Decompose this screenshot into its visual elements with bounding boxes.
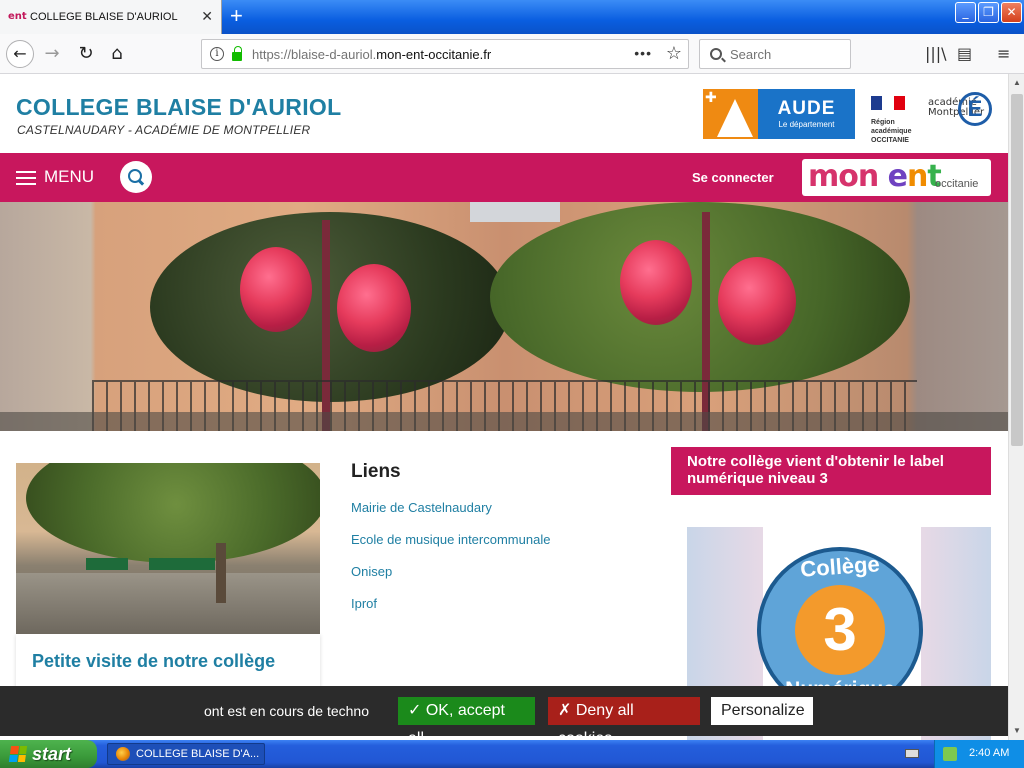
window-controls: _ ❐ ✕	[955, 2, 1022, 23]
mon-ent-region: occitanie	[935, 178, 979, 190]
ent-favicon-icon: ent	[8, 11, 27, 22]
site-subtitle: CASTELNAUDARY - ACADÉMIE DE MONTPELLIER	[17, 123, 311, 137]
link-onisep[interactable]: Onisep	[351, 564, 392, 579]
taskbar-item-browser[interactable]: COLLEGE BLAISE D'A...	[107, 743, 265, 765]
personalize-cookies-button[interactable]: Personalize	[711, 697, 813, 725]
restore-icon[interactable]: ❐	[978, 2, 999, 23]
network-icon[interactable]	[943, 747, 957, 761]
hero-sky	[470, 202, 560, 222]
close-window-icon[interactable]: ✕	[1001, 2, 1022, 23]
region-line2: OCCITANIE	[871, 137, 909, 144]
hero-flowers-4	[718, 257, 796, 345]
card-bench-2	[149, 558, 215, 570]
clock[interactable]: 2:40 AM	[969, 747, 1009, 759]
page-content: COLLEGE BLAISE D'AURIOL CASTELNAUDARY - …	[0, 74, 1008, 740]
hero-tree-right	[490, 202, 910, 392]
search-placeholder: Search	[730, 46, 772, 62]
hero-tree-left	[150, 212, 510, 402]
scroll-thumb[interactable]	[1011, 94, 1023, 446]
badge-level: 3	[795, 585, 885, 675]
start-button[interactable]: start	[0, 740, 97, 768]
cookie-text: ont est en cours de techno	[204, 703, 369, 719]
scroll-up-icon[interactable]: ▲	[1010, 76, 1024, 90]
search-input[interactable]: Search	[699, 39, 851, 69]
url-bar[interactable]: i https://blaise-d-auriol.mon-ent-occita…	[201, 39, 689, 69]
keyboard-icon[interactable]	[905, 749, 919, 758]
login-link[interactable]: Se connecter	[692, 170, 774, 185]
lock-icon	[232, 45, 242, 61]
monent-part1: mon	[808, 159, 879, 194]
hero-image	[0, 202, 1008, 431]
bookmark-star-icon[interactable]: ☆	[666, 43, 682, 64]
aude-flag-icon	[703, 89, 758, 139]
hero-flowers-3	[620, 240, 692, 325]
menu-button[interactable]: MENU	[44, 167, 94, 187]
aude-name: AUDE	[777, 98, 836, 119]
hero-flowers-1	[240, 247, 312, 332]
monent-part2: e	[878, 159, 908, 194]
new-tab-icon[interactable]: +	[230, 5, 243, 27]
search-icon	[710, 48, 722, 60]
links-heading: Liens	[351, 461, 401, 482]
aude-logo[interactable]: AUDE Le département	[703, 89, 855, 139]
region-logo[interactable]: Région académique OCCITANIE	[871, 96, 913, 145]
hero-flowers-2	[337, 264, 411, 352]
library-icon[interactable]: |||\	[925, 44, 947, 63]
navigation-bar: ← → ↻ ⌂ i https://blaise-d-auriol.mon-en…	[0, 34, 1024, 74]
browser-window: ent COLLEGE BLAISE D'AURIOL ✕ + _ ❐ ✕ ← …	[0, 0, 1024, 740]
site-search-icon[interactable]	[120, 161, 152, 193]
link-iprof[interactable]: Iprof	[351, 596, 377, 611]
tab-title: COLLEGE BLAISE D'AURIOL	[30, 11, 178, 23]
card-tree	[26, 463, 320, 563]
region-line1: Région académique	[871, 119, 912, 135]
aude-department: Le département	[778, 120, 835, 129]
browser-tab[interactable]: ent COLLEGE BLAISE D'AURIOL ✕	[0, 0, 222, 34]
menu-hamburger-icon[interactable]	[16, 171, 36, 185]
tab-bar: ent COLLEGE BLAISE D'AURIOL ✕ + _ ❐ ✕	[0, 0, 1024, 34]
mon-ent-logo[interactable]: mon ent occitanie	[802, 159, 991, 196]
deny-cookies-button[interactable]: ✗ Deny all cookies	[548, 697, 700, 740]
mon-ent-wordmark: mon ent	[808, 159, 942, 195]
academie-e-icon: É	[958, 92, 992, 126]
french-flag-icon	[871, 96, 905, 110]
back-arrow-icon[interactable]: ←	[6, 40, 34, 68]
url-text: https://blaise-d-auriol.mon-ent-occitani…	[252, 46, 492, 62]
page-actions-icon[interactable]: •••	[634, 45, 652, 61]
card-trunk	[216, 543, 226, 603]
firefox-icon	[116, 747, 130, 761]
hero-ground	[0, 412, 1008, 431]
page-scrollbar[interactable]: ▲ ▼	[1008, 74, 1024, 740]
visit-card-title[interactable]: Petite visite de notre collège	[32, 651, 275, 672]
reload-icon[interactable]: ↻	[72, 40, 100, 68]
link-mairie[interactable]: Mairie de Castelnaudary	[351, 500, 492, 515]
minimize-icon[interactable]: _	[955, 2, 976, 23]
start-label: start	[32, 744, 72, 764]
visit-card-image[interactable]	[16, 463, 320, 634]
accept-cookies-button[interactable]: ✓ OK, accept all	[398, 697, 535, 740]
forward-arrow-icon[interactable]: →	[38, 40, 66, 68]
aude-box: AUDE Le département	[758, 89, 855, 139]
card-bench-1	[86, 558, 128, 570]
scroll-down-icon[interactable]: ▼	[1010, 724, 1024, 738]
card-ground	[16, 573, 320, 634]
site-title[interactable]: COLLEGE BLAISE D'AURIOL	[16, 94, 341, 121]
home-icon[interactable]: ⌂	[103, 40, 131, 68]
label-announcement[interactable]: Notre collège vient d'obtenir le label n…	[671, 447, 991, 495]
monent-part3: n	[907, 159, 928, 194]
sidebar-icon[interactable]: ▤	[957, 44, 972, 63]
academie-logo[interactable]: académie Montpellier É	[928, 88, 994, 134]
system-tray: 2:40 AM	[934, 740, 1024, 768]
hamburger-menu-icon[interactable]: ≡	[997, 44, 1010, 63]
link-ecole-musique[interactable]: Ecole de musique intercommunale	[351, 532, 550, 547]
info-icon[interactable]: i	[210, 47, 224, 61]
close-tab-icon[interactable]: ✕	[201, 9, 213, 23]
taskbar: start COLLEGE BLAISE D'A... 2:40 AM	[0, 740, 1024, 768]
cookie-banner: ont est en cours de techno ✓ OK, accept …	[0, 686, 1008, 740]
taskbar-item-label: COLLEGE BLAISE D'A...	[136, 748, 260, 760]
windows-logo-icon	[8, 746, 28, 762]
